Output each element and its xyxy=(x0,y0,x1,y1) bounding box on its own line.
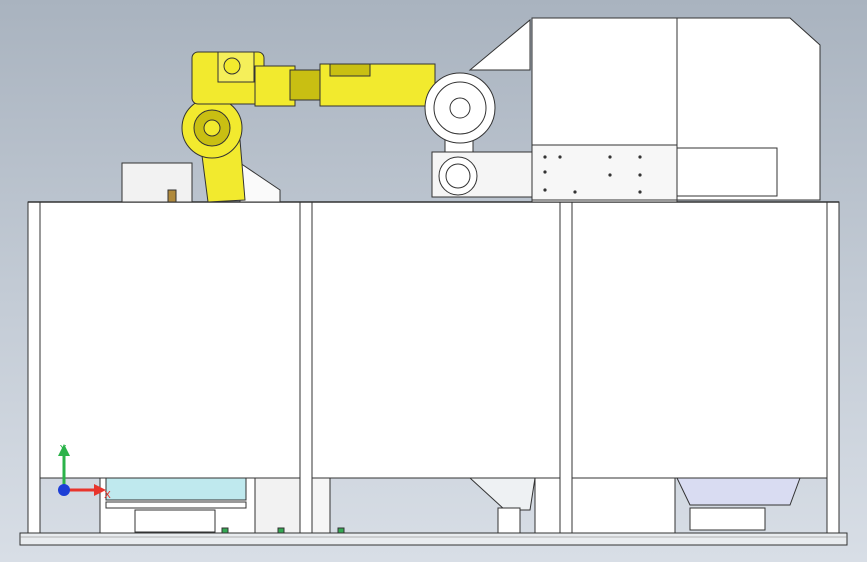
base-plate xyxy=(19,532,848,546)
glass-window xyxy=(105,477,247,501)
y-axis-label: Y xyxy=(59,444,67,455)
control-box xyxy=(121,162,281,203)
z-axis-indicator xyxy=(58,484,70,496)
coordinate-triad: Y X xyxy=(58,444,111,501)
cad-viewport[interactable]: Y X xyxy=(0,0,867,562)
machine-assembly-model[interactable] xyxy=(0,0,867,562)
x-axis-label: X xyxy=(104,490,111,501)
lower-right-station xyxy=(468,477,801,534)
enclosure-panels xyxy=(28,201,839,479)
